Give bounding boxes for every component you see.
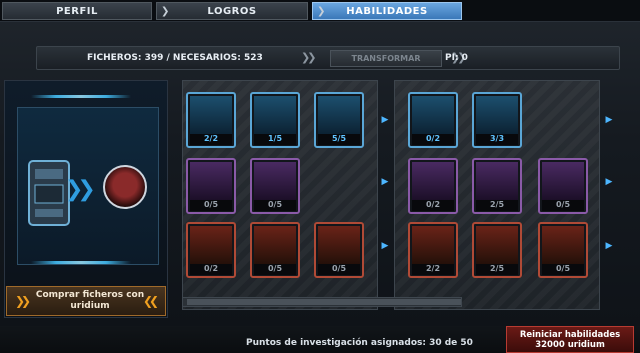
tab-perfil[interactable]: PERFIL xyxy=(2,2,152,20)
skill-level: 3/3 xyxy=(476,134,518,145)
right-skill-5[interactable]: 0/5 xyxy=(538,158,588,214)
research-points-text: Puntos de investigación asignados: 30 de… xyxy=(246,338,473,348)
skill-level: 0/5 xyxy=(254,200,296,211)
skill-level: 0/5 xyxy=(318,264,360,275)
buy-files-label: Comprar ficheros con uridium xyxy=(35,290,145,311)
right-skill-1[interactable]: 0/2 xyxy=(408,92,458,148)
right-skill-6[interactable]: 2/2 xyxy=(408,222,458,278)
skill-level: 0/5 xyxy=(542,264,584,275)
skill-level: 0/2 xyxy=(412,200,454,211)
explosion-icon xyxy=(254,226,296,264)
soldier-portrait-icon xyxy=(190,162,232,200)
skill-level: 2/2 xyxy=(190,134,232,145)
left-skill-4[interactable]: 0/5 xyxy=(186,158,236,214)
skill-level: 2/2 xyxy=(412,264,454,275)
arrow-right-icon[interactable]: ▶ xyxy=(380,176,390,188)
tab-bar: PERFIL ❯ LOGROS ❯ HABILIDADES xyxy=(0,0,640,22)
skill-level: 0/5 xyxy=(190,200,232,211)
solar-panel-icon xyxy=(476,96,518,134)
file-conversion-panel: ❯❯ xyxy=(4,80,168,318)
skill-level: 2/5 xyxy=(476,200,518,211)
skill-level: 0/5 xyxy=(542,200,584,211)
arrow-right-icon: ❯❯ xyxy=(65,177,96,202)
tab-perfil-label: PERFIL xyxy=(56,5,98,17)
info-bar: FICHEROS: 399 / NECESARIOS: 523 ❯❯ TRANS… xyxy=(36,46,620,70)
cube-icon xyxy=(412,162,454,200)
scrollbar-thumb[interactable] xyxy=(187,299,461,305)
chili-pepper-icon xyxy=(318,226,360,264)
face-portrait-icon xyxy=(412,226,454,264)
right-skill-2[interactable]: 3/3 xyxy=(472,92,522,148)
wrench-icon xyxy=(254,96,296,134)
tab-logros[interactable]: ❯ LOGROS xyxy=(156,2,308,20)
left-skill-1[interactable]: 2/2 xyxy=(186,92,236,148)
horizontal-scrollbar[interactable] xyxy=(182,297,462,307)
glow-line xyxy=(31,95,131,98)
arrow-right-icon[interactable]: ▶ xyxy=(604,114,614,126)
transform-label: TRANSFORMAR xyxy=(351,54,421,63)
skill-level: 0/2 xyxy=(190,264,232,275)
skill-level: 0/2 xyxy=(412,134,454,145)
left-skill-7[interactable]: 0/5 xyxy=(250,222,300,278)
skill-level: 2/5 xyxy=(476,264,518,275)
chevron-left-icon: ❮❮ xyxy=(143,294,159,308)
laser-ship-icon xyxy=(412,96,454,134)
rifle-icon xyxy=(476,226,518,264)
skills-screen: PERFIL ❯ LOGROS ❯ HABILIDADES FICHEROS: … xyxy=(0,0,640,353)
tab-habilidades[interactable]: ❯ HABILIDADES xyxy=(312,2,462,20)
right-skill-3[interactable]: 0/2 xyxy=(408,158,458,214)
transform-button[interactable]: TRANSFORMAR xyxy=(330,50,442,67)
left-skill-8[interactable]: 0/5 xyxy=(314,222,364,278)
fist-icon xyxy=(476,162,518,200)
reset-skills-button[interactable]: Reiniciar habilidades 32000 uridium xyxy=(506,326,634,353)
skill-level: 0/5 xyxy=(254,264,296,275)
skill-level: 5/5 xyxy=(318,134,360,145)
left-skill-3[interactable]: 5/5 xyxy=(314,92,364,148)
left-skill-5[interactable]: 0/5 xyxy=(250,158,300,214)
research-skull-icon xyxy=(103,165,147,209)
ship-radar-icon xyxy=(318,96,360,134)
right-skill-8[interactable]: 0/5 xyxy=(538,222,588,278)
left-skill-6[interactable]: 0/2 xyxy=(186,222,236,278)
tab-habilidades-label: HABILIDADES xyxy=(346,5,428,17)
chevron-right-icon: ❯ xyxy=(317,6,326,17)
right-skill-4[interactable]: 2/5 xyxy=(472,158,522,214)
left-skill-2[interactable]: 1/5 xyxy=(250,92,300,148)
skull-icon xyxy=(190,226,232,264)
lightsaber-icon xyxy=(542,226,584,264)
files-counter: FICHEROS: 399 / NECESARIOS: 523 xyxy=(87,53,263,63)
right-skill-7[interactable]: 2/5 xyxy=(472,222,522,278)
tab-logros-label: LOGROS xyxy=(207,5,257,17)
pi-counter: PI: 0 xyxy=(445,53,468,63)
laser-beam-icon xyxy=(542,162,584,200)
arrow-right-icon[interactable]: ▶ xyxy=(380,240,390,252)
glow-line xyxy=(31,261,131,264)
chevron-right-icon: ❯❯ xyxy=(15,294,31,308)
reset-label: Reiniciar habilidades xyxy=(519,330,621,340)
chevron-right-icon: ❯ xyxy=(161,6,170,17)
double-chevron-icon: ❯❯ xyxy=(301,51,317,64)
arrow-right-icon[interactable]: ▶ xyxy=(380,114,390,126)
reset-cost: 32000 uridium xyxy=(535,340,605,350)
arrow-right-icon[interactable]: ▶ xyxy=(604,240,614,252)
solar-panel-icon xyxy=(190,96,232,134)
buy-files-button[interactable]: ❯❯ Comprar ficheros con uridium ❮❮ xyxy=(6,286,166,316)
skill-level: 1/5 xyxy=(254,134,296,145)
drone-tool-icon xyxy=(254,162,296,200)
arrow-right-icon[interactable]: ▶ xyxy=(604,176,614,188)
